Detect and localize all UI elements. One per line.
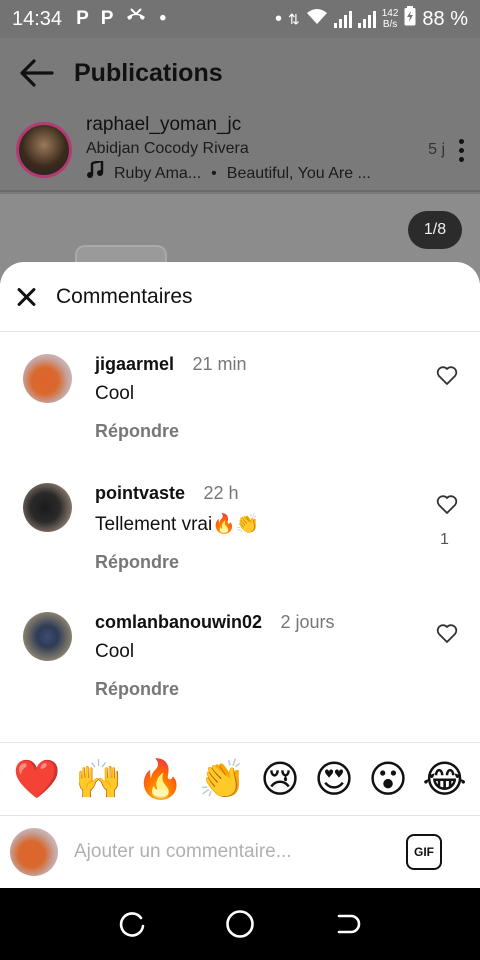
like-count: 1 — [440, 531, 449, 548]
music-row[interactable]: Ruby Ama... • Beautiful, You Are ... — [86, 159, 428, 187]
back-arrow-icon[interactable] — [18, 58, 54, 88]
more-options-icon[interactable] — [459, 138, 464, 162]
emoji-surprised[interactable]: 😮 — [368, 760, 408, 798]
commenter-username[interactable]: pointvaste — [95, 483, 185, 503]
reply-button[interactable]: Répondre — [95, 552, 415, 573]
commenter-avatar[interactable] — [23, 354, 72, 403]
status-bar: 14:34 P P • • ⇅ 142 B/s 88 % — [0, 0, 480, 38]
emoji-clapping[interactable]: 👏 — [198, 760, 245, 798]
music-note-icon — [86, 159, 104, 187]
dot-icon: • — [274, 7, 282, 30]
status-right: • ⇅ 142 B/s 88 % — [275, 6, 468, 32]
emoji-heart-eyes[interactable]: 😍 — [314, 760, 354, 798]
comment-time: 2 jours — [280, 612, 335, 632]
net-speed: 142 B/s — [381, 8, 399, 30]
emoji-crying[interactable]: 😢 — [260, 760, 300, 798]
heart-icon[interactable] — [436, 366, 458, 386]
commenter-avatar[interactable] — [23, 612, 72, 661]
signal-icon — [333, 10, 352, 28]
status-time: 14:34 — [12, 7, 63, 30]
close-icon[interactable] — [16, 287, 36, 307]
author-avatar[interactable] — [16, 122, 72, 178]
heart-icon[interactable] — [436, 624, 458, 644]
user-avatar — [10, 828, 58, 876]
comment-text: Cool — [95, 641, 135, 662]
author-info: raphael_yoman_jc Abidjan Cocody Rivera R… — [86, 113, 428, 187]
battery-level: 88 % — [422, 7, 468, 30]
commenter-username[interactable]: jigaarmel — [95, 354, 174, 374]
emoji-laughing[interactable]: 😂 — [422, 760, 466, 798]
comment-input[interactable] — [74, 841, 406, 863]
music-title: Beautiful, You Are ... — [226, 165, 371, 182]
heart-icon[interactable] — [436, 495, 458, 515]
dot-icon: • — [159, 8, 167, 29]
reply-button[interactable]: Répondre — [95, 679, 415, 700]
commenter-avatar[interactable] — [23, 483, 72, 532]
comment-item: pointvaste 22 h Tellement vrai🔥👏 Répondr… — [0, 483, 480, 593]
wifi-icon — [306, 7, 328, 31]
reply-button[interactable]: Répondre — [95, 421, 415, 442]
home-icon[interactable] — [220, 904, 260, 944]
data-transfer-icon: ⇅ — [287, 10, 300, 27]
separator-dot: • — [211, 165, 217, 182]
page-title: Publications — [74, 58, 223, 87]
back-nav-icon[interactable] — [327, 904, 367, 944]
music-artist: Ruby Ama... — [114, 165, 202, 182]
sheet-title: Commentaires — [56, 284, 193, 308]
missed-call-icon — [125, 7, 147, 31]
comment-time: 22 h — [203, 483, 239, 503]
quick-emoji-bar: ❤️ 🙌 🔥 👏 😢 😍 😮 😂 — [0, 742, 480, 816]
commenter-username[interactable]: comlanbanouwin02 — [95, 612, 262, 632]
pinterest-notification-icon-2: P — [100, 8, 114, 29]
location-label[interactable]: Abidjan Cocody Rivera — [86, 137, 428, 161]
comment-text: Cool — [95, 383, 135, 404]
comment-composer: GIF — [0, 816, 480, 888]
comment-text: Tellement vrai🔥👏 — [95, 514, 260, 535]
pinterest-notification-icon: P — [76, 8, 89, 29]
author-row: raphael_yoman_jc Abidjan Cocody Rivera R… — [0, 112, 480, 188]
emoji-fire[interactable]: 🔥 — [137, 760, 184, 798]
emoji-heart[interactable]: ❤️ — [13, 760, 60, 798]
comment-body: comlanbanouwin02 2 jours Cool Répondre — [95, 612, 415, 700]
signal-icon-2 — [357, 10, 376, 28]
comment-body: pointvaste 22 h Tellement vrai🔥👏 Répondr… — [95, 483, 415, 573]
emoji-raised-hands[interactable]: 🙌 — [75, 760, 122, 798]
comment-body: jigaarmel 21 min Cool Répondre — [95, 354, 415, 442]
sheet-header: Commentaires — [0, 262, 480, 332]
post-header: Publications — [0, 38, 480, 108]
battery-icon — [404, 6, 416, 32]
system-nav-bar — [0, 888, 480, 960]
comment-item: jigaarmel 21 min Cool Répondre — [0, 354, 480, 464]
author-name[interactable]: raphael_yoman_jc — [86, 113, 428, 137]
comment-time: 21 min — [192, 354, 247, 374]
page-counter: 1/8 — [408, 211, 462, 249]
comment-item: comlanbanouwin02 2 jours Cool Répondre — [0, 612, 480, 722]
divider — [0, 190, 480, 192]
posted-ago: 5 j — [428, 141, 445, 158]
recents-icon[interactable] — [113, 904, 153, 944]
gif-icon[interactable]: GIF — [406, 834, 442, 870]
